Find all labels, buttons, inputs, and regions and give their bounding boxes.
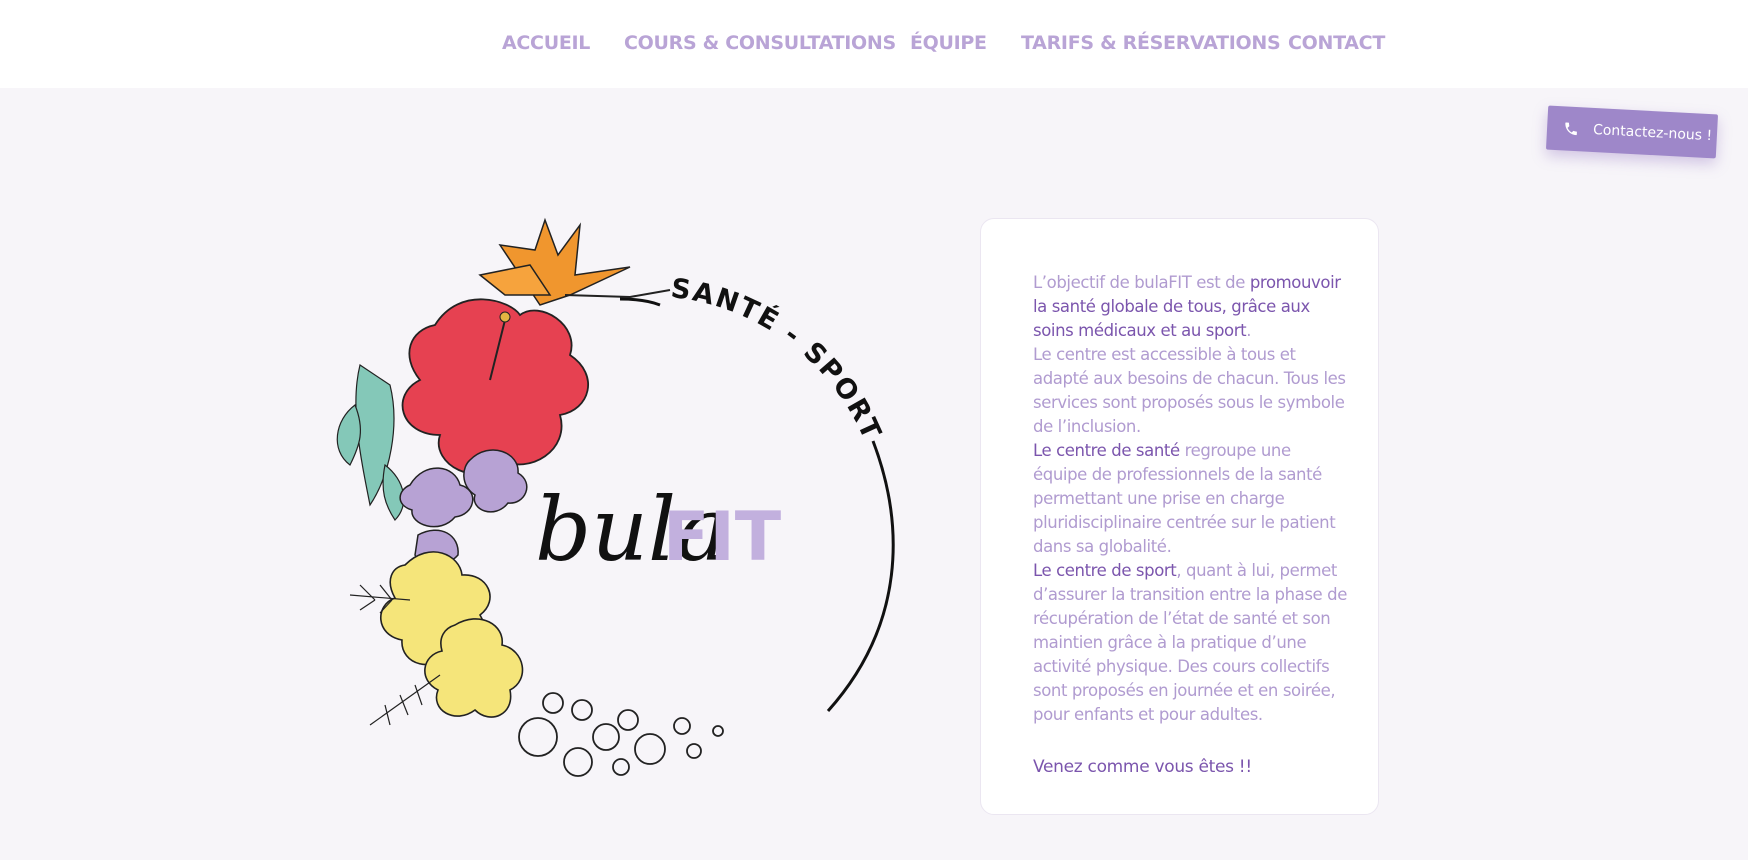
nav-item-cours-consultations[interactable]: COURS & CONSULTATIONS	[624, 32, 896, 54]
bird-of-paradise-flower	[478, 217, 671, 306]
logo-arc-text: SANTÉ - SPORT	[669, 273, 887, 445]
nav-item-accueil[interactable]: ACCUEIL	[502, 32, 590, 54]
bulafit-logo: SANTÉ - SPORT bula FIT	[336, 217, 895, 777]
p4-strong: Le centre de sport	[1033, 561, 1177, 580]
contact-us-button[interactable]: Contactez-nous !	[1545, 105, 1719, 159]
hibiscus-flower	[401, 298, 589, 475]
intro-text: L’objectif de bulaFIT est de promouvoir …	[1033, 271, 1348, 727]
nav-item-contact[interactable]: CONTACT	[1288, 32, 1385, 54]
yellow-flowers	[380, 551, 524, 718]
intro-card: L’objectif de bulaFIT est de promouvoir …	[980, 218, 1379, 815]
intro-paragraph-1: L’objectif de bulaFIT est de promouvoir …	[1033, 271, 1348, 343]
p1-prefix: L’objectif de bulaFIT est de	[1033, 273, 1250, 292]
nav-item-tarifs-reservations[interactable]: TARIFS & RÉSERVATIONS	[1021, 32, 1281, 54]
teal-leaves	[336, 364, 405, 521]
contact-us-label: Contactez-nous !	[1592, 121, 1713, 145]
intro-paragraph-4: Le centre de sport, quant à lui, permet …	[1033, 559, 1348, 727]
p4-rest: , quant à lui, permet d’assurer la trans…	[1033, 561, 1347, 724]
intro-paragraph-2: Le centre est accessible à tous et adapt…	[1033, 345, 1346, 436]
intro-paragraph-3: Le centre de santé regroupe une équipe d…	[1033, 439, 1348, 559]
main-nav: ACCUEIL COURS & CONSULTATIONS ÉQUIPE TAR…	[0, 32, 1748, 60]
decorative-bubbles	[518, 692, 724, 777]
logo-circle-arc-top	[619, 297, 661, 307]
phone-icon	[1565, 122, 1577, 136]
logo-circle-arc-right	[826, 440, 895, 712]
closing-line: Venez comme vous êtes !!	[1033, 757, 1252, 777]
nav-item-equipe[interactable]: ÉQUIPE	[910, 32, 987, 54]
header-bar: ACCUEIL COURS & CONSULTATIONS ÉQUIPE TAR…	[0, 0, 1748, 88]
p3-strong: Le centre de santé	[1033, 441, 1180, 460]
p1-suffix: .	[1246, 321, 1252, 340]
logo-wordmark-fit: FIT	[663, 498, 782, 577]
